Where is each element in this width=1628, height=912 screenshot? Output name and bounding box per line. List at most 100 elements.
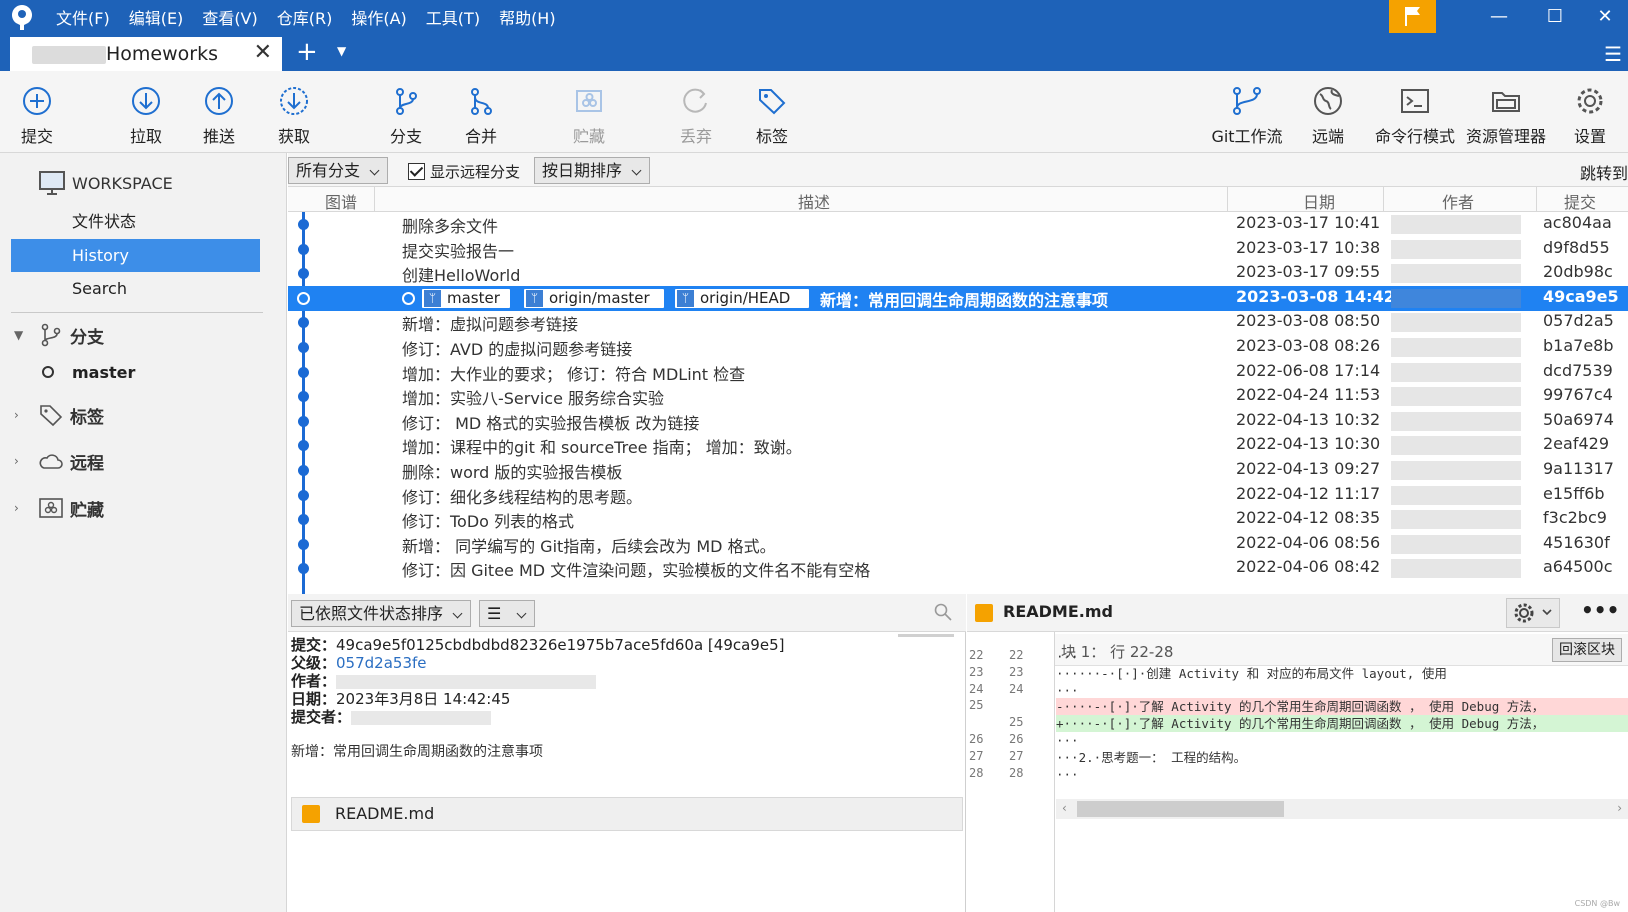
commit-row[interactable]: 新增： 同学编写的 Git指南，后续会改为 MD 格式。 2022-04-06 0… (288, 532, 1628, 557)
sidebar-item-file-status[interactable]: 文件状态 (11, 205, 260, 238)
close-window-button[interactable]: ✕ (1582, 0, 1628, 33)
commit-description: 修订： MD 格式的实验报告模板 改为链接 (402, 413, 700, 433)
commit-button[interactable]: 提交 (0, 71, 77, 153)
commit-hash: 50a6974 (1543, 409, 1614, 429)
discard-button[interactable]: 丢弃 (656, 71, 736, 153)
commit-row[interactable]: 删除多余文件 2023-03-17 10:41 ac804aa (288, 212, 1628, 237)
jump-to-button[interactable]: 跳转到 (1580, 160, 1628, 184)
chevron-right-icon: › (14, 408, 19, 422)
notification-flag-button[interactable] (1389, 0, 1436, 33)
commit-row[interactable]: 修订： MD 格式的实验报告模板 改为链接 2022-04-13 10:32 50a… (288, 409, 1628, 434)
sidebar-branch-master[interactable]: master (42, 358, 135, 386)
diff-removed-line[interactable]: -····-·[·]·了解 Activity 的几个常用生命周期回调函数 ， 使… (1056, 698, 1628, 716)
settings-button[interactable]: 设置 (1550, 71, 1628, 153)
commit-row[interactable]: 创建HelloWorld 2023-03-17 09:55 20db98c (288, 261, 1628, 286)
explorer-button[interactable]: 资源管理器 (1456, 71, 1556, 153)
file-sort-dropdown[interactable]: 已依照文件状态排序 (291, 600, 471, 627)
commit-row[interactable]: ᛘ master ᛘ origin/master ᛘ origin/HEAD 新增：常用回调… (288, 285, 1628, 311)
diff-context-line[interactable]: ···2.·思考题一： 工程的结构。 (1056, 749, 1628, 766)
diff-context-line[interactable]: ··· (1056, 648, 1628, 665)
scrollbar-thumb[interactable] (1077, 801, 1284, 817)
merge-button[interactable]: 合并 (441, 71, 521, 153)
commit-row[interactable]: 增加：课程中的git 和 sourceTree 指南； 增加：致谢。 2022-0… (288, 433, 1628, 458)
scrollbar[interactable] (898, 634, 954, 637)
diff-file-name: README.md (1003, 602, 1113, 621)
push-icon (205, 87, 233, 115)
tab-homeworks[interactable]: Homeworks ✕ (10, 37, 282, 71)
more-options-icon[interactable]: ••• (1581, 598, 1619, 622)
tab-close-icon[interactable]: ✕ (254, 40, 272, 65)
parent-commit-link[interactable]: 057d2a53fe (336, 654, 426, 672)
column-author[interactable]: 作者 (1442, 189, 1474, 213)
diff-context-line[interactable]: ··· (1056, 766, 1628, 783)
sidebar-section-remotes[interactable]: › 远程 (14, 444, 104, 478)
branch-label[interactable]: ᛘ master (422, 288, 510, 308)
commit-row[interactable]: 提交实验报告一 2023-03-17 10:38 d9f8d55 (288, 237, 1628, 262)
search-icon[interactable] (934, 603, 952, 621)
diff-context-line[interactable]: ··· (1056, 732, 1628, 749)
diff-context-line[interactable]: ··· (1056, 682, 1628, 699)
branch-label[interactable]: ᛘ origin/master (524, 288, 664, 308)
branch-filter-dropdown[interactable]: 所有分支 (288, 157, 388, 184)
commit-row[interactable]: 修订：AVD 的虚拟问题参考链接 2023-03-08 08:26 b1a7e8b (288, 335, 1628, 360)
remote-button[interactable]: 远端 (1288, 71, 1368, 153)
commit-hash: f3c2bc9 (1543, 508, 1607, 528)
minimize-button[interactable]: — (1476, 0, 1522, 33)
commit-row[interactable]: 修订：ToDo 列表的格式 2022-04-12 08:35 f3c2bc9 (288, 507, 1628, 532)
push-button[interactable]: 推送 (179, 71, 259, 153)
pull-button[interactable]: 拉取 (106, 71, 186, 153)
redacted-author (1391, 436, 1521, 456)
tag-button[interactable]: 标签 (732, 71, 812, 153)
diff-options-button[interactable] (1506, 598, 1560, 628)
sort-order-dropdown[interactable]: 按日期排序 (534, 157, 650, 184)
column-graph[interactable]: 图谱 (325, 189, 357, 213)
gitflow-button[interactable]: Git工作流 (1203, 71, 1291, 153)
commit-row[interactable]: 增加：实验八-Service 服务综合实验 2022-04-24 11:53 997… (288, 384, 1628, 409)
menu-repository[interactable]: 仓库(R) (277, 5, 333, 29)
column-date[interactable]: 日期 (1303, 189, 1335, 213)
menu-file[interactable]: 文件(F) (56, 5, 110, 29)
terminal-button[interactable]: 命令行模式 (1365, 71, 1465, 153)
sidebar-item-search[interactable]: Search (11, 272, 260, 305)
view-mode-dropdown[interactable]: ☰ (479, 600, 535, 627)
menu-view[interactable]: 查看(V) (202, 5, 257, 29)
merge-icon (471, 88, 492, 115)
commit-row[interactable]: 修订：细化多线程结构的思考题。 2022-04-12 11:17 e15ff6b (288, 483, 1628, 508)
tag-icon (759, 89, 786, 115)
commit-row[interactable]: 增加：大作业的要求； 修订：符合 MDLint 检查 2022-06-08 17:… (288, 360, 1628, 385)
sidebar-section-tags[interactable]: › 标签 (14, 398, 104, 432)
sidebar-section-stashes[interactable]: › 贮藏 (14, 491, 104, 525)
new-tab-button[interactable]: + (296, 37, 318, 67)
column-commit[interactable]: 提交 (1564, 189, 1596, 213)
branch-label[interactable]: ᛘ origin/HEAD (675, 288, 809, 308)
tab-dropdown-icon[interactable]: ▼ (337, 44, 346, 58)
stash-button[interactable]: 贮藏 (549, 71, 629, 153)
branch-button[interactable]: 分支 (366, 71, 446, 153)
commit-description: 增加：大作业的要求； 修订：符合 MDLint 检查 (402, 364, 746, 384)
diff-added-line[interactable]: +····-·[·]·了解 Activity 的几个常用生命周期回调函数 ， 使… (1056, 715, 1628, 733)
hamburger-menu-icon[interactable]: ☰ (1604, 42, 1622, 66)
diff-context-line[interactable]: ······-·[·]·创建 Activity 和 对应的布局文件 layout… (1056, 665, 1628, 682)
workspace-header[interactable]: WORKSPACE (38, 169, 173, 197)
commit-row[interactable]: 删除：word 版的实验报告模板 2022-04-13 09:27 9a11317 (288, 458, 1628, 483)
commit-message: 新增：常用回调生命周期函数的注意事项 (291, 744, 543, 760)
scroll-left-icon[interactable]: ‹ (1062, 801, 1067, 815)
commit-row[interactable]: 新增：虚拟问题参考链接 2023-03-08 08:50 057d2a5 (288, 310, 1628, 335)
fetch-button[interactable]: 获取 (254, 71, 334, 153)
sidebar-section-branches[interactable]: ▼ 分支 (14, 318, 104, 352)
maximize-button[interactable]: ☐ (1532, 0, 1578, 33)
redacted-author (1391, 264, 1521, 284)
column-description[interactable]: 描述 (798, 189, 830, 213)
commit-row[interactable]: 修订：因 Gitee MD 文件渲染问题，实验模板的文件名不能有空格 2022-0… (288, 556, 1628, 581)
show-remote-branches-checkbox[interactable]: 显示远程分支 (408, 161, 520, 182)
menu-edit[interactable]: 编辑(E) (129, 5, 184, 29)
sidebar-item-history[interactable]: History (11, 239, 260, 272)
menu-help[interactable]: 帮助(H) (499, 5, 556, 29)
redacted-author (1391, 338, 1521, 357)
changed-file-row[interactable]: README.md (291, 797, 963, 831)
scroll-right-icon[interactable]: › (1617, 801, 1622, 815)
commit-date: 2023-03-08 08:26 (1236, 336, 1381, 355)
menu-tools[interactable]: 工具(T) (426, 5, 480, 29)
menu-actions[interactable]: 操作(A) (351, 5, 406, 29)
horizontal-scrollbar[interactable]: ‹ › (1056, 799, 1628, 819)
